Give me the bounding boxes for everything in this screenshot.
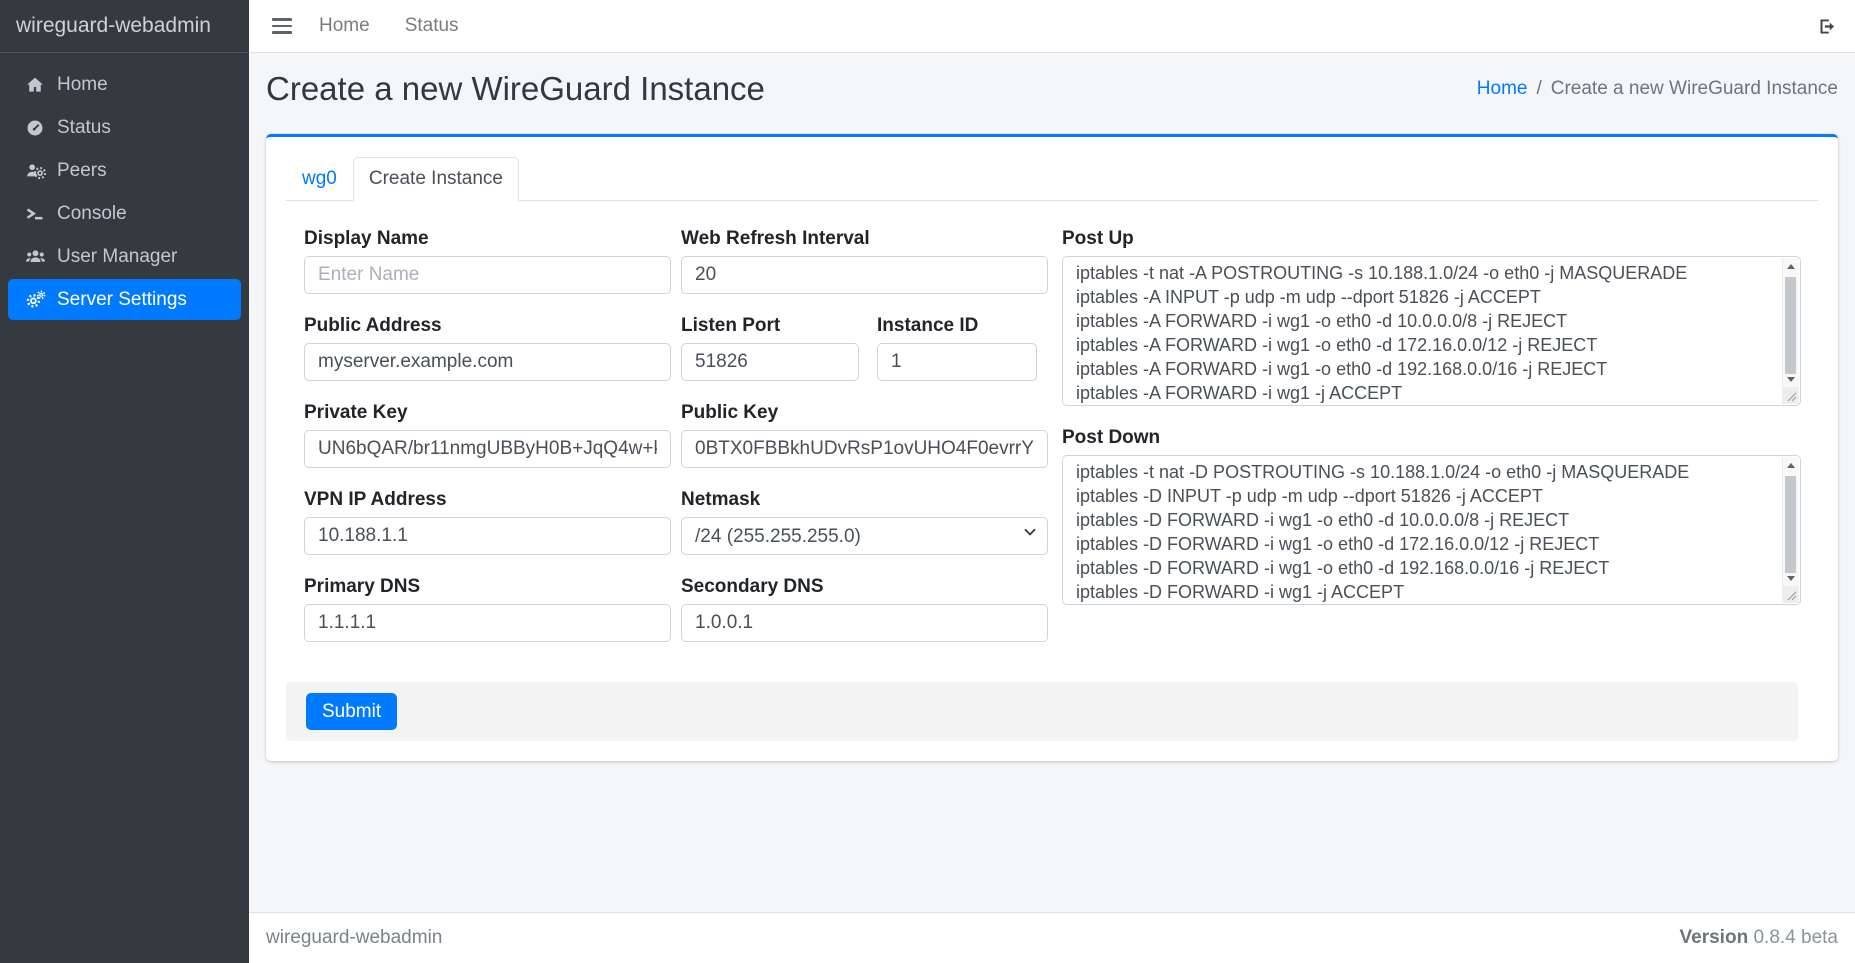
private-key-label: Private Key [304, 401, 671, 425]
sidebar: wireguard-webadmin Home Status Peers Con… [0, 0, 249, 963]
private-key-field[interactable] [304, 430, 671, 468]
sidebar-menu: Home Status Peers Console User Manager [0, 53, 249, 322]
sidebar-item-user-manager[interactable]: User Manager [8, 236, 241, 277]
users-gear-icon [22, 161, 48, 181]
sidebar-item-label: Server Settings [57, 289, 187, 311]
post-down-field[interactable]: iptables -t nat -D POSTROUTING -s 10.188… [1063, 456, 1800, 604]
listen-port-field[interactable] [681, 343, 859, 381]
primary-dns-field[interactable] [304, 604, 671, 642]
terminal-icon [22, 204, 48, 224]
scroll-up-icon[interactable] [1783, 258, 1799, 274]
listen-port-label: Listen Port [681, 314, 859, 338]
public-key-field[interactable] [681, 430, 1048, 468]
sign-out-icon[interactable] [1817, 16, 1838, 37]
topnav-link-status[interactable]: Status [405, 15, 459, 37]
netmask-select[interactable]: /24 (255.255.255.0) [681, 517, 1048, 555]
version-value: 0.8.4 beta [1753, 927, 1838, 948]
secondary-dns-field[interactable] [681, 604, 1048, 642]
top-navbar: Home Status [249, 0, 1855, 53]
post-up-textarea-wrap: iptables -t nat -A POSTROUTING -s 10.188… [1062, 256, 1801, 406]
sidebar-item-label: User Manager [57, 246, 177, 268]
breadcrumb-separator: / [1536, 78, 1541, 100]
vpn-ip-label: VPN IP Address [304, 488, 671, 512]
public-key-label: Public Key [681, 401, 1048, 425]
breadcrumb-home-link[interactable]: Home [1477, 78, 1528, 100]
scroll-thumb[interactable] [1785, 476, 1796, 573]
post-down-scrollbar[interactable] [1782, 457, 1799, 586]
gears-icon [22, 290, 48, 310]
scroll-down-icon[interactable] [1783, 570, 1799, 586]
tab-wg0[interactable]: wg0 [286, 157, 353, 201]
sidebar-item-label: Home [57, 74, 108, 96]
sidebar-item-server-settings[interactable]: Server Settings [8, 279, 241, 320]
post-down-label: Post Down [1062, 426, 1801, 450]
topnav-link-home[interactable]: Home [319, 15, 370, 37]
scroll-up-icon[interactable] [1783, 457, 1799, 473]
instance-form: Display Name Web Refresh Interval Public… [286, 201, 1818, 662]
public-address-label: Public Address [304, 314, 671, 338]
users-icon [22, 247, 48, 267]
sidebar-item-status[interactable]: Status [8, 107, 241, 148]
page-header: Create a new WireGuard Instance Home / C… [266, 70, 1838, 108]
instance-card: wg0 Create Instance Display Name Web Ref… [266, 134, 1838, 761]
hamburger-icon[interactable] [272, 18, 292, 33]
instance-id-field[interactable] [877, 343, 1037, 381]
resize-grip-icon[interactable] [1782, 586, 1799, 603]
breadcrumb: Home / Create a new WireGuard Instance [1477, 78, 1838, 100]
display-name-label: Display Name [304, 227, 671, 251]
submit-strip: Submit [286, 682, 1798, 741]
sidebar-item-console[interactable]: Console [8, 193, 241, 234]
primary-dns-label: Primary DNS [304, 575, 671, 599]
scroll-thumb[interactable] [1785, 277, 1796, 374]
display-name-field[interactable] [304, 256, 671, 294]
footer: wireguard-webadmin Version 0.8.4 beta [249, 912, 1855, 963]
vpn-ip-field[interactable] [304, 517, 671, 555]
content: Create a new WireGuard Instance Home / C… [249, 53, 1855, 912]
brand[interactable]: wireguard-webadmin [0, 0, 249, 53]
netmask-label: Netmask [681, 488, 1048, 512]
footer-version: Version 0.8.4 beta [1680, 927, 1838, 949]
web-refresh-interval-field[interactable] [681, 256, 1048, 294]
submit-button[interactable]: Submit [306, 693, 397, 730]
home-icon [22, 75, 48, 95]
page-title: Create a new WireGuard Instance [266, 70, 765, 108]
post-up-scrollbar[interactable] [1782, 258, 1799, 387]
breadcrumb-current: Create a new WireGuard Instance [1551, 78, 1838, 100]
instance-id-label: Instance ID [877, 314, 1037, 338]
tab-create-instance[interactable]: Create Instance [353, 157, 519, 201]
sidebar-item-label: Peers [57, 160, 107, 182]
secondary-dns-label: Secondary DNS [681, 575, 1048, 599]
card-body: wg0 Create Instance Display Name Web Ref… [266, 137, 1838, 761]
public-address-field[interactable] [304, 343, 671, 381]
sidebar-item-peers[interactable]: Peers [8, 150, 241, 191]
form-right-column: Post Up iptables -t nat -A POSTROUTING -… [1062, 227, 1801, 662]
sidebar-item-home[interactable]: Home [8, 64, 241, 105]
footer-brand: wireguard-webadmin [266, 927, 442, 949]
form-left-columns: Display Name Web Refresh Interval Public… [304, 227, 1048, 662]
instance-tabs: wg0 Create Instance [286, 157, 1818, 201]
post-up-field[interactable]: iptables -t nat -A POSTROUTING -s 10.188… [1063, 257, 1800, 405]
main-area: Home Status Create a new WireGuard Insta… [249, 0, 1855, 963]
version-label: Version [1680, 927, 1749, 948]
sidebar-item-label: Console [57, 203, 127, 225]
resize-grip-icon[interactable] [1782, 387, 1799, 404]
post-down-textarea-wrap: iptables -t nat -D POSTROUTING -s 10.188… [1062, 455, 1801, 605]
sidebar-item-label: Status [57, 117, 111, 139]
post-up-label: Post Up [1062, 227, 1801, 251]
tachometer-icon [22, 118, 48, 138]
web-refresh-interval-label: Web Refresh Interval [681, 227, 1048, 251]
scroll-down-icon[interactable] [1783, 371, 1799, 387]
